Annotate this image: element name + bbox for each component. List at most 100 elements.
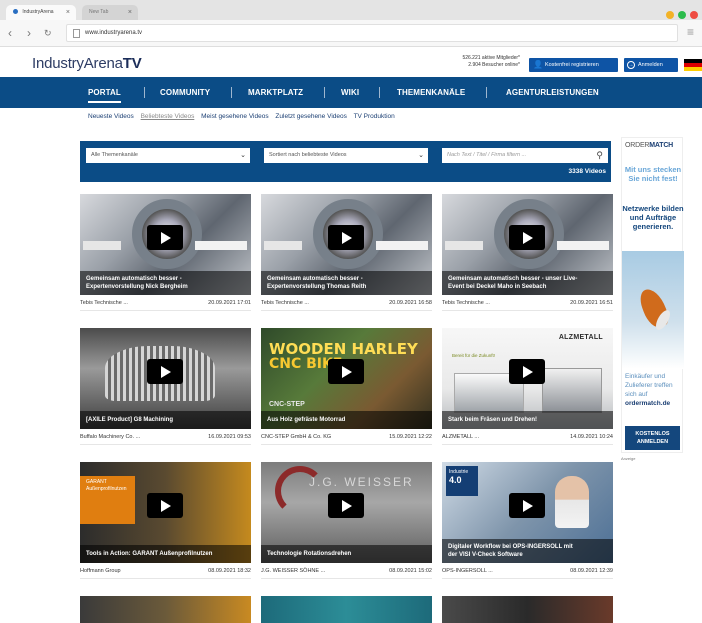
- nav-item-portal[interactable]: PORTAL: [88, 77, 121, 103]
- browser-menu-icon[interactable]: ≡: [687, 25, 694, 39]
- subnav-most-popular[interactable]: Beliebteste Videos: [141, 113, 195, 120]
- logo-arc: [275, 466, 325, 516]
- nav-separator: [379, 87, 380, 98]
- video-thumbnail[interactable]: Industrie 4.0 Digitaler Workflow bei OPS…: [442, 462, 613, 563]
- video-company[interactable]: J.G. WEISSER SÖHNE ...: [261, 568, 325, 574]
- video-card[interactable]: Gemeinsam automatisch besser - Expertenv…: [80, 194, 251, 311]
- play-icon[interactable]: [328, 493, 364, 518]
- ad-signup-button[interactable]: KOSTENLOS ANMELDEN: [625, 426, 680, 450]
- minimize-button[interactable]: [666, 11, 674, 19]
- login-icon: →: [627, 61, 635, 69]
- video-thumbnail[interactable]: ALZMETALL Bereit für die Zukunft! Stark …: [442, 328, 613, 429]
- video-meta: Buffalo Machinery Co. ... 16.09.2021 09:…: [80, 429, 251, 445]
- reload-icon[interactable]: ↻: [44, 26, 52, 40]
- video-company[interactable]: CNC-STEP GmbH & Co. KG: [261, 434, 331, 440]
- url-input[interactable]: www.industryarena.tv: [66, 24, 678, 42]
- video-title-line: Tools in Action: GARANT Außenprofilnutze…: [86, 551, 213, 557]
- forward-icon[interactable]: ›: [27, 26, 31, 40]
- login-button[interactable]: → Anmelden: [624, 58, 678, 72]
- video-title: Aus Holz gefräste Motorrad: [261, 411, 432, 429]
- nav-separator: [486, 87, 487, 98]
- nav-item-marktplatz[interactable]: MARKTPLATZ: [248, 77, 303, 108]
- chevron-down-icon: ⌄: [240, 152, 246, 159]
- video-thumbnail[interactable]: [442, 596, 613, 623]
- video-thumbnail[interactable]: WOODEN HARLEY CNC BIKE CNC-STEP Aus Holz…: [261, 328, 432, 429]
- play-icon[interactable]: [147, 225, 183, 250]
- machine-image: [542, 368, 602, 413]
- register-button[interactable]: 👤 Kostenfrei registrieren: [529, 58, 618, 72]
- close-window-button[interactable]: [690, 11, 698, 19]
- video-count: 3338 Videos: [568, 168, 606, 175]
- play-icon[interactable]: [147, 493, 183, 518]
- site-logo[interactable]: IndustryArenaTV: [32, 55, 142, 72]
- filter-bar: Alle Themenkanäle ⌄ Sortiert nach belieb…: [80, 141, 611, 182]
- nav-item-agenturleistungen[interactable]: AGENTURLEISTUNGEN: [506, 77, 599, 108]
- logo-text: IndustryArena: [32, 55, 123, 72]
- ad-body-line: Einkäufer und Zulieferer treffen sich au…: [625, 373, 673, 398]
- search-icon[interactable]: ⚲: [596, 149, 603, 161]
- subnav-tv-production[interactable]: TV Produktion: [354, 113, 395, 120]
- thumb-overlay-text: GARANT Außenprofilnutzen: [86, 479, 127, 493]
- video-company[interactable]: OPS-INGERSOLL ...: [442, 568, 493, 574]
- logo-strip: [83, 241, 121, 250]
- nav-item-community[interactable]: COMMUNITY: [160, 77, 210, 108]
- video-company[interactable]: Tebis Technische ...: [261, 300, 309, 306]
- video-thumbnail[interactable]: J.G. WEISSER Technologie Rotationsdrehen: [261, 462, 432, 563]
- nav-item-wiki[interactable]: WIKI: [341, 77, 359, 108]
- video-thumbnail[interactable]: Gemeinsam automatisch besser - Expertenv…: [80, 194, 251, 295]
- back-icon[interactable]: ‹: [8, 26, 12, 40]
- video-card[interactable]: Gemeinsam automatisch besser - unser Liv…: [442, 194, 613, 311]
- video-thumbnail[interactable]: [AXILE Product] G8 Machining: [80, 328, 251, 429]
- video-thumbnail[interactable]: Gemeinsam automatisch besser - unser Liv…: [442, 194, 613, 295]
- play-icon[interactable]: [147, 359, 183, 384]
- video-card[interactable]: ALZMETALL Bereit für die Zukunft! Stark …: [442, 328, 613, 445]
- video-company[interactable]: Tebis Technische ...: [80, 300, 128, 306]
- video-company[interactable]: Buffalo Machinery Co. ...: [80, 434, 140, 440]
- video-thumbnail[interactable]: [80, 596, 251, 623]
- video-card[interactable]: Industrie 4.0 Digitaler Workflow bei OPS…: [442, 462, 613, 579]
- video-company[interactable]: Hoffmann Group: [80, 568, 121, 574]
- subnav-newest[interactable]: Neueste Videos: [88, 113, 134, 120]
- german-flag-icon[interactable]: [684, 59, 702, 71]
- ad-label: Anzeige: [621, 456, 636, 461]
- video-thumbnail[interactable]: [261, 596, 432, 623]
- video-date: 15.09.2021 12:22: [389, 434, 432, 440]
- maximize-button[interactable]: [678, 11, 686, 19]
- subnav-recently-viewed[interactable]: Zuletzt gesehene Videos: [275, 113, 346, 120]
- video-title-line: Digitaler Workflow bei OPS-INGERSOLL mit: [448, 544, 573, 550]
- video-meta: Hoffmann Group 08.09.2021 18:32: [80, 563, 251, 579]
- ad-link[interactable]: ordermatch.de: [625, 400, 670, 407]
- play-icon[interactable]: [328, 359, 364, 384]
- sort-select[interactable]: Sortiert nach beliebteste Videos ⌄: [264, 148, 428, 163]
- video-card[interactable]: GARANT Außenprofilnutzen Tools in Action…: [80, 462, 251, 579]
- play-icon[interactable]: [509, 493, 545, 518]
- video-card[interactable]: Gemeinsam automatisch besser - Expertenv…: [261, 194, 432, 311]
- video-title-line: Event bei Deckel Maho in Seebach: [448, 284, 547, 290]
- video-date: 20.09.2021 16:51: [570, 300, 613, 306]
- browser-tab-active[interactable]: IndustryArena ×: [6, 5, 76, 20]
- video-thumbnail[interactable]: GARANT Außenprofilnutzen Tools in Action…: [80, 462, 251, 563]
- ad-brand: ORDERMATCH: [625, 142, 673, 149]
- video-card[interactable]: J.G. WEISSER Technologie Rotationsdrehen…: [261, 462, 432, 579]
- video-card[interactable]: [AXILE Product] G8 Machining Buffalo Mac…: [80, 328, 251, 445]
- thumb-overlay-text: CNC-STEP: [269, 401, 305, 408]
- video-card[interactable]: WOODEN HARLEY CNC BIKE CNC-STEP Aus Holz…: [261, 328, 432, 445]
- play-icon[interactable]: [328, 225, 364, 250]
- ad-brand-part: ORDER: [625, 142, 650, 149]
- browser-tab-label: New Tab: [89, 9, 109, 15]
- video-title-line: der VISI V-Check Software: [448, 552, 523, 558]
- video-thumbnail[interactable]: Gemeinsam automatisch besser - Expertenv…: [261, 194, 432, 295]
- play-icon[interactable]: [509, 359, 545, 384]
- video-company[interactable]: Tebis Technische ...: [442, 300, 490, 306]
- video-title-line: Gemeinsam automatisch besser -: [267, 276, 363, 282]
- subnav-most-viewed[interactable]: Meist gesehene Videos: [201, 113, 268, 120]
- ordermatch-ad[interactable]: ORDERMATCH Mit uns stecken Sie nicht fes…: [621, 137, 684, 453]
- channel-select[interactable]: Alle Themenkanäle ⌄: [86, 148, 250, 163]
- nav-item-themenkanaele[interactable]: THEMENKANÄLE: [397, 77, 465, 108]
- play-icon[interactable]: [509, 225, 545, 250]
- close-tab-icon[interactable]: ×: [128, 5, 132, 20]
- search-input[interactable]: Nach Text / Titel / Firma filtern ... ⚲: [442, 148, 608, 163]
- browser-tab-new[interactable]: New Tab ×: [82, 5, 138, 20]
- video-company[interactable]: ALZMETALL ...: [442, 434, 479, 440]
- close-tab-icon[interactable]: ×: [66, 5, 70, 20]
